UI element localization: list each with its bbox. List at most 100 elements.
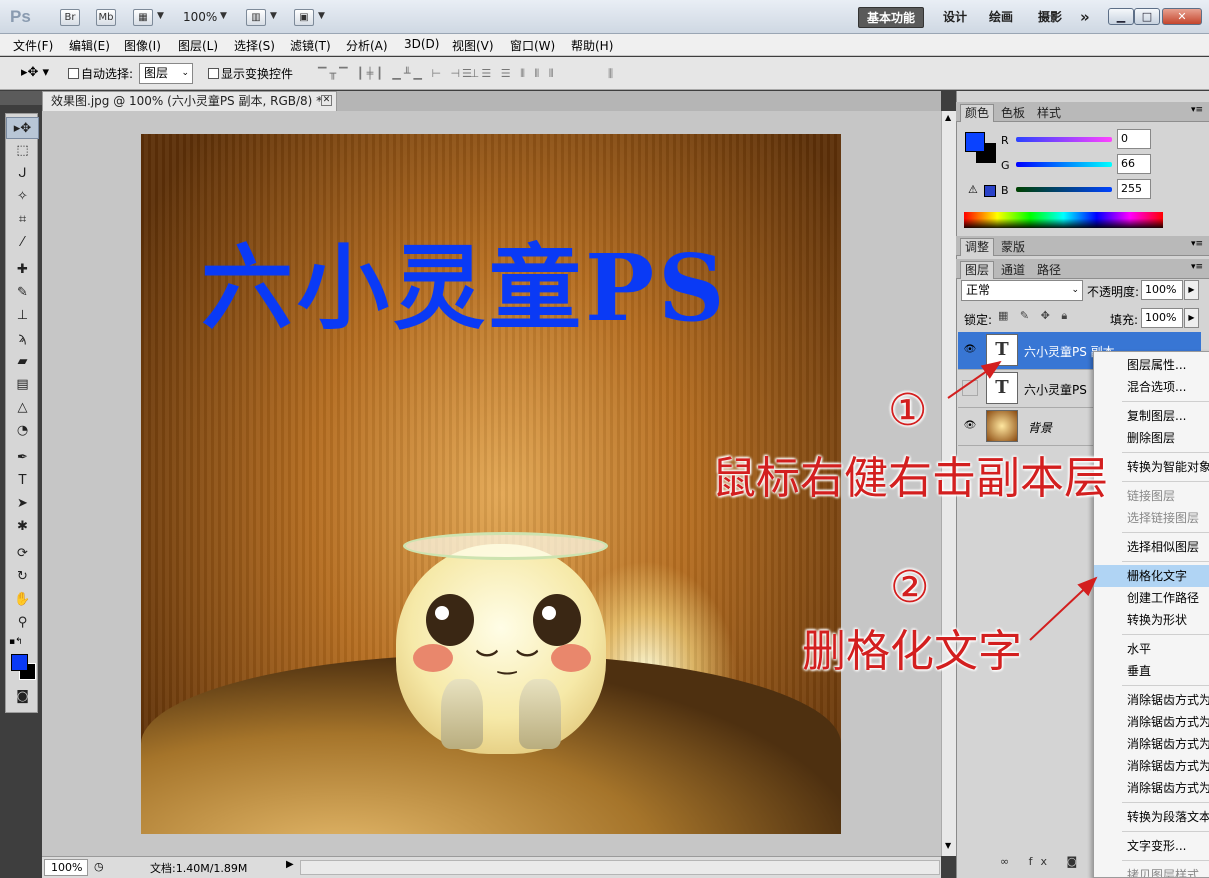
show-transform-toggle[interactable]: 显示变换控件 <box>208 65 293 82</box>
tab-paths[interactable]: 路径 <box>1032 261 1066 279</box>
screen-mode-icon[interactable]: ▣ <box>294 9 314 26</box>
context-menu-item[interactable]: 图层属性... <box>1094 354 1209 376</box>
clone-stamp-tool-icon[interactable]: ⊥ <box>6 305 39 327</box>
healing-brush-tool-icon[interactable]: ✚ <box>6 259 39 281</box>
history-brush-tool-icon[interactable]: ϡ <box>6 328 39 350</box>
chevron-down-icon[interactable]: ▼ <box>220 11 227 21</box>
tab-channels[interactable]: 通道 <box>996 261 1030 279</box>
tab-adjustments[interactable]: 调整 <box>960 238 995 256</box>
dodge-tool-icon[interactable]: ◔ <box>6 420 39 442</box>
workspace-painting[interactable]: 绘画 <box>981 7 1021 28</box>
gamut-warning-icon[interactable]: ⚠ <box>968 183 978 196</box>
align-buttons-icon[interactable]: ▔╥▔ ┃╪┃ ▁╨▁ ⊢ ⊣ ⊥ <box>318 67 482 80</box>
chevron-down-icon[interactable]: ▼ <box>157 11 164 21</box>
menu-layer[interactable]: 图层(L) <box>178 37 218 54</box>
toolbox-header[interactable] <box>0 91 42 105</box>
menu-filter[interactable]: 滤镜(T) <box>290 37 331 54</box>
blur-tool-icon[interactable]: △ <box>6 397 39 419</box>
path-select-tool-icon[interactable]: ➤ <box>6 493 39 515</box>
menu-analysis[interactable]: 分析(A) <box>346 37 388 54</box>
close-button[interactable]: ✕ <box>1162 8 1202 25</box>
menu-image[interactable]: 图像(I) <box>124 37 161 54</box>
3d-rotate-tool-icon[interactable]: ⟳ <box>6 543 39 565</box>
scroll-down-icon[interactable]: ▼ <box>945 841 951 850</box>
distribute-buttons-icon[interactable]: ☰ ☰ ☰ ⦀ ⦀ ⦀ <box>462 67 557 81</box>
menu-help[interactable]: 帮助(H) <box>571 37 613 54</box>
chevron-down-icon[interactable]: ▼ <box>318 11 325 21</box>
tab-layers[interactable]: 图层 <box>960 261 995 279</box>
status-zoom-field[interactable]: 100% <box>44 859 88 876</box>
type-tool-icon[interactable]: T <box>6 470 39 492</box>
zoom-tool-icon[interactable]: ⚲ <box>6 612 39 634</box>
auto-select-toggle[interactable]: 自动选择: <box>68 65 133 82</box>
menu-3d[interactable]: 3D(D) <box>404 37 439 51</box>
brush-tool-icon[interactable]: ✎ <box>6 282 39 304</box>
menu-window[interactable]: 窗口(W) <box>510 37 555 54</box>
eraser-tool-icon[interactable]: ▰ <box>6 351 39 373</box>
color-spectrum-bar[interactable] <box>964 212 1163 228</box>
scroll-up-icon[interactable]: ▲ <box>945 113 951 122</box>
quick-select-tool-icon[interactable]: ✧ <box>6 186 39 208</box>
r-slider[interactable] <box>1016 137 1112 142</box>
context-menu-item[interactable]: 消除锯齿方式为 <box>1094 711 1209 733</box>
workspace-design[interactable]: 设计 <box>935 7 975 28</box>
fill-arrow-icon[interactable]: ▶ <box>1184 308 1199 328</box>
hand-tool-icon[interactable]: ✋ <box>6 589 39 611</box>
panel-menu-icon[interactable]: ▾≡ <box>1191 262 1203 272</box>
context-menu-item[interactable]: 复制图层... <box>1094 405 1209 427</box>
context-menu-item[interactable]: 垂直 <box>1094 660 1209 682</box>
zoom-level[interactable]: 100% <box>183 10 217 24</box>
g-value-input[interactable]: 66 <box>1117 154 1151 174</box>
arrange-documents-icon[interactable]: ▥ <box>246 9 266 26</box>
menu-edit[interactable]: 编辑(E) <box>69 37 110 54</box>
menu-select[interactable]: 选择(S) <box>234 37 275 54</box>
shape-tool-icon[interactable]: ✱ <box>6 516 39 538</box>
context-menu-item[interactable]: 删除图层 <box>1094 427 1209 449</box>
panel-menu-icon[interactable]: ▾≡ <box>1191 239 1203 249</box>
crop-tool-icon[interactable]: ⌗ <box>6 209 39 231</box>
context-menu-item[interactable]: 文字变形... <box>1094 835 1209 857</box>
context-menu-item[interactable]: 消除锯齿方式为 <box>1094 777 1209 799</box>
workspace-essentials[interactable]: 基本功能 <box>858 7 925 28</box>
marquee-tool-icon[interactable]: ⬚ <box>6 140 39 162</box>
tab-color[interactable]: 颜色 <box>960 104 995 122</box>
maximize-button[interactable]: □ <box>1134 8 1160 25</box>
pen-tool-icon[interactable]: ✒ <box>6 447 39 469</box>
lock-icons[interactable]: ▦ ✎ ✥ 🔒︎ <box>998 309 1071 323</box>
status-info-icon[interactable]: ◷ <box>94 860 104 873</box>
close-icon[interactable]: ✕ <box>321 95 332 106</box>
mini-bridge-button[interactable]: Mb <box>96 9 116 26</box>
tab-styles[interactable]: 样式 <box>1032 104 1066 122</box>
b-value-input[interactable]: 255 <box>1117 179 1151 199</box>
context-menu-item[interactable]: 混合选项... <box>1094 376 1209 398</box>
context-menu-item[interactable]: 选择相似图层 <box>1094 536 1209 558</box>
auto-align-icon[interactable]: ⫼ <box>608 67 616 81</box>
3d-orbit-tool-icon[interactable]: ↻ <box>6 566 39 588</box>
menu-view[interactable]: 视图(V) <box>452 37 494 54</box>
move-tool-preset-icon[interactable]: ▸✥ ▾ <box>21 65 49 80</box>
layer-footer-icons[interactable]: ∞ fx ◙ <box>1000 855 1085 868</box>
quick-mask-icon[interactable]: ◙ <box>6 686 39 708</box>
tab-swatches[interactable]: 色板 <box>996 104 1030 122</box>
auto-select-dropdown[interactable]: 图层 ⌄ <box>139 63 193 84</box>
blend-mode-dropdown[interactable]: 正常 ⌄ <box>961 280 1083 301</box>
chevron-down-icon[interactable]: ▼ <box>270 11 277 21</box>
context-menu-item[interactable]: 消除锯齿方式为 <box>1094 689 1209 711</box>
b-slider[interactable] <box>1016 187 1112 192</box>
context-menu-item[interactable]: 消除锯齿方式为 <box>1094 755 1209 777</box>
context-menu-item[interactable]: 转换为段落文本 <box>1094 806 1209 828</box>
horizontal-scrollbar[interactable] <box>300 860 940 875</box>
show-transform-checkbox[interactable] <box>208 68 219 79</box>
gradient-tool-icon[interactable]: ▤ <box>6 374 39 396</box>
eye-icon[interactable]: 👁︎ <box>962 418 978 434</box>
g-slider[interactable] <box>1016 162 1112 167</box>
menu-file[interactable]: 文件(F) <box>13 37 53 54</box>
minimize-button[interactable]: ▁ <box>1108 8 1134 25</box>
context-menu-item[interactable]: 创建工作路径 <box>1094 587 1209 609</box>
panel-menu-icon[interactable]: ▾≡ <box>1191 105 1203 115</box>
workspace-photography[interactable]: 摄影 <box>1030 7 1070 28</box>
color-fg-swatch[interactable] <box>965 132 985 152</box>
context-menu-item[interactable]: 消除锯齿方式为 <box>1094 733 1209 755</box>
gamut-swatch[interactable] <box>984 185 996 197</box>
visibility-off-icon[interactable] <box>962 380 978 396</box>
